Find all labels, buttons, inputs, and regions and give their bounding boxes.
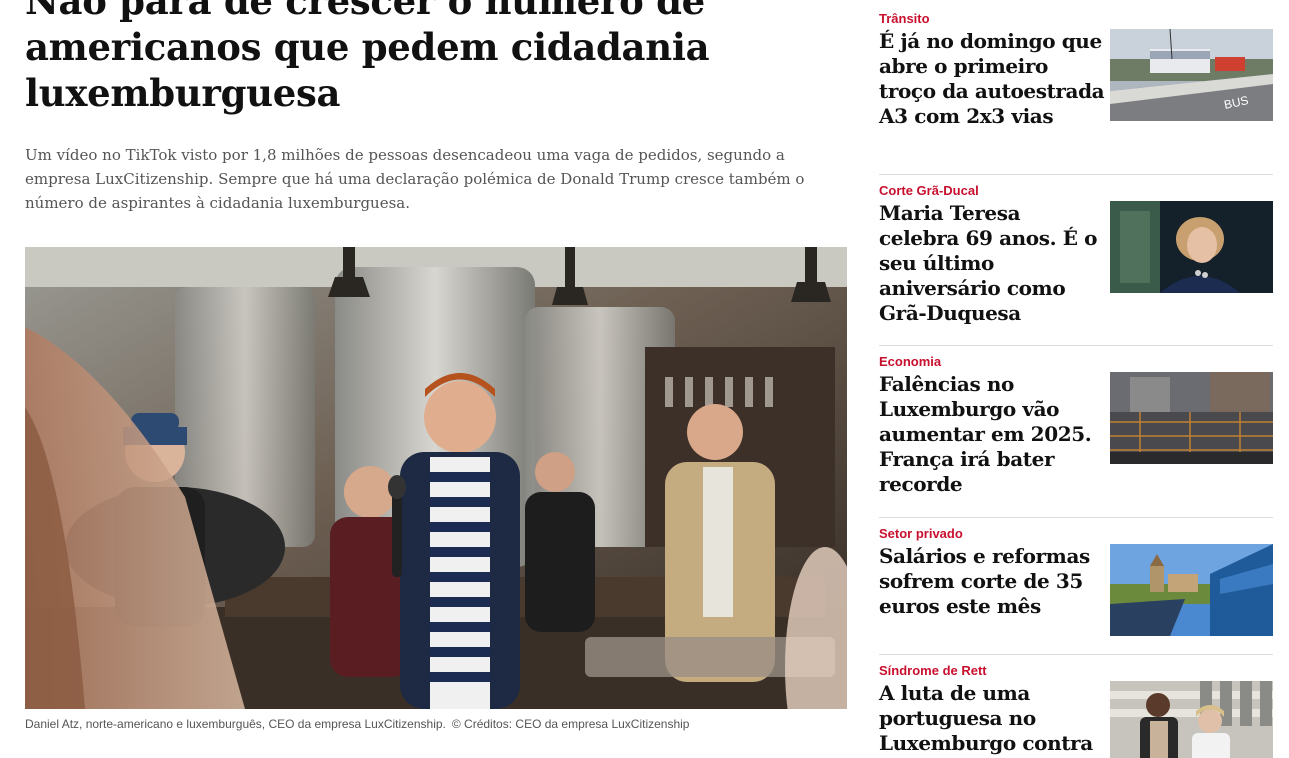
main-article: Não para de crescer o número de american…: [25, 0, 847, 758]
story-title[interactable]: Falências no Luxemburgo vão aumentar em …: [879, 372, 1105, 497]
caption-text: Daniel Atz, norte-americano e luxemburgu…: [25, 717, 446, 731]
story-title[interactable]: Salários e reformas sofrem corte de 35 e…: [879, 544, 1105, 619]
related-stories-sidebar: Trânsito É já no domingo que abre o prim…: [879, 0, 1273, 758]
photo-caption: Daniel Atz, norte-americano e luxemburgu…: [25, 716, 689, 732]
story-category[interactable]: Trânsito: [879, 11, 930, 27]
story-thumbnail[interactable]: [1110, 681, 1273, 758]
story-category[interactable]: Setor privado: [879, 526, 963, 542]
story-title[interactable]: A luta de uma portuguesa no Luxemburgo c…: [879, 681, 1105, 756]
story-thumbnail[interactable]: BUS: [1110, 29, 1273, 121]
story-title[interactable]: É já no domingo que abre o primeiro troç…: [879, 29, 1105, 129]
story-thumbnail[interactable]: [1110, 201, 1273, 293]
story-category[interactable]: Síndrome de Rett: [879, 663, 987, 679]
story-divider: [879, 174, 1273, 175]
article-lead: Um vídeo no TikTok visto por 1,8 milhões…: [25, 146, 805, 212]
story-thumbnail[interactable]: [1110, 544, 1273, 636]
story-category[interactable]: Economia: [879, 354, 941, 370]
story-divider: [879, 345, 1273, 346]
story-divider: [879, 517, 1273, 518]
caption-credit: © Créditos: CEO da empresa LuxCitizenshi…: [451, 717, 690, 731]
story-divider: [879, 654, 1273, 655]
article-photo[interactable]: [25, 247, 847, 709]
story-title[interactable]: Maria Teresa celebra 69 anos. É o seu úl…: [879, 201, 1105, 326]
story-category[interactable]: Corte Grã-Ducal: [879, 183, 979, 199]
article-headline[interactable]: Não para de crescer o número de american…: [25, 0, 825, 116]
story-thumbnail[interactable]: [1110, 372, 1273, 464]
